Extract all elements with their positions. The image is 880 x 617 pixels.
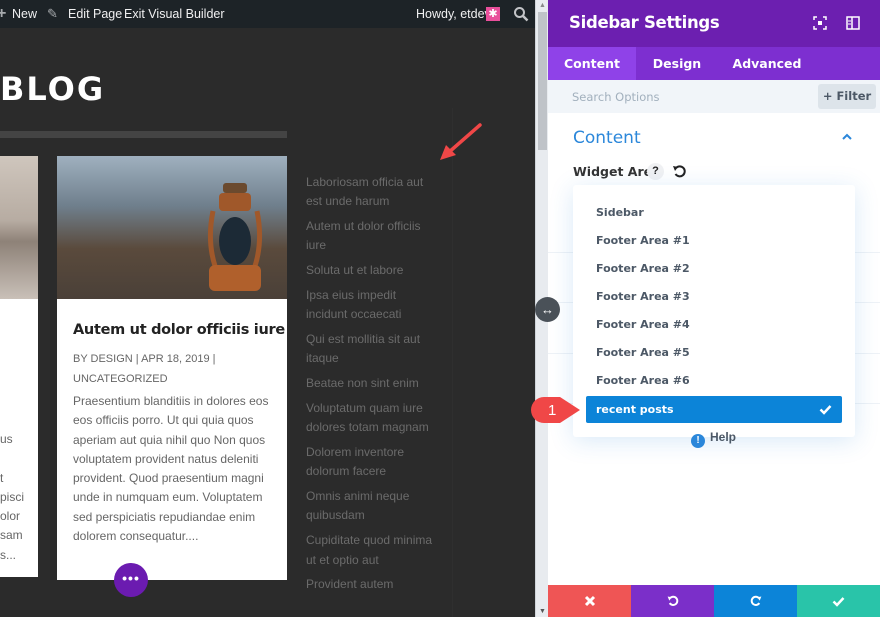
dropdown-option-sidebar[interactable]: Sidebar [596, 200, 644, 226]
dropdown-option-footer-1[interactable]: Footer Area #1 [596, 228, 690, 254]
exit-visual-builder-link[interactable]: Exit Visual Builder [124, 0, 225, 28]
chevron-up-icon[interactable] [840, 132, 854, 142]
fullscreen-icon[interactable] [813, 16, 827, 30]
new-link[interactable]: New [12, 0, 37, 28]
help-icon[interactable]: ? [647, 163, 664, 180]
dropdown-option-footer-3[interactable]: Footer Area #3 [596, 284, 690, 310]
panel-tabs: Content Design Advanced [548, 47, 880, 80]
blog-post-card[interactable]: Autem ut dolor officiis iure BY DESIGN |… [57, 156, 287, 580]
page-title: BLOG [0, 70, 106, 108]
scroll-thumb[interactable] [538, 12, 547, 150]
edit-page-link[interactable]: Edit Page [68, 0, 122, 28]
scroll-up-icon[interactable]: ▲ [539, 2, 546, 9]
user-avatar[interactable]: ✱ [486, 7, 500, 21]
recent-post-link[interactable]: Omnis animi neque quibusdam [306, 487, 434, 526]
recent-post-link[interactable]: Beatae non sint enim [306, 374, 434, 393]
dropdown-option-footer-2[interactable]: Footer Area #2 [596, 256, 690, 282]
page-canvas: BLOG us t pisci olor sam s... Autem ut d… [0, 28, 535, 617]
recent-post-link[interactable]: Voluptatum quam iure dolores totam magna… [306, 399, 434, 438]
recent-post-link[interactable]: Provident autem [306, 575, 434, 594]
selected-option-label: recent posts [596, 403, 674, 416]
check-icon [819, 405, 832, 415]
post-meta: BY DESIGN | APR 18, 2019 | UNCATEGORIZED [73, 353, 216, 385]
reset-icon[interactable] [671, 163, 688, 180]
more-options-button[interactable]: ••• [114, 563, 148, 597]
discard-button[interactable] [548, 585, 631, 617]
content-section-toggle[interactable]: Content [573, 128, 641, 148]
help-link[interactable]: ! Help [691, 430, 736, 448]
search-options-bar: + Filter [548, 80, 880, 113]
redo-button[interactable] [714, 585, 797, 617]
tab-advanced[interactable]: Advanced [718, 47, 816, 80]
panel-title: Sidebar Settings [569, 13, 720, 32]
save-button[interactable] [797, 585, 880, 617]
badge-number: 1 [548, 402, 556, 419]
plus-icon[interactable]: + [0, 0, 6, 28]
pencil-icon: ✎ [47, 6, 58, 21]
resize-handle-icon[interactable]: ↔ [535, 297, 560, 322]
post-excerpt: Praesentium blanditiis in dolores eos eo… [73, 394, 269, 544]
lantern-image [207, 183, 263, 291]
info-icon: ! [691, 434, 705, 448]
divider [0, 131, 287, 138]
annotation-arrow-icon [440, 123, 482, 160]
post-excerpt-fragment: us t pisci olor sam s... [0, 432, 25, 562]
post-featured-image[interactable] [0, 156, 38, 299]
post-featured-image[interactable] [57, 156, 287, 299]
recent-post-link[interactable]: Soluta ut et labore [306, 261, 434, 280]
post-title[interactable]: Autem ut dolor officiis iure [73, 322, 285, 338]
tab-design[interactable]: Design [636, 47, 718, 80]
dock-panel-icon[interactable] [846, 16, 860, 30]
screen: + New ✎ Edit Page Exit Visual Builder Ho… [0, 0, 880, 617]
recent-post-link[interactable]: Qui est mollitia sit aut itaque [306, 330, 434, 369]
recent-post-link[interactable]: Dolorem inventore dolorum facere [306, 443, 434, 482]
close-icon [584, 595, 595, 607]
recent-post-link[interactable]: Cupiditate quod minima ut et optio aut [306, 531, 434, 570]
dropdown-option-footer-5[interactable]: Footer Area #5 [596, 340, 690, 366]
search-icon[interactable] [513, 6, 529, 22]
search-options-input[interactable] [560, 85, 810, 109]
blog-post-card-partial[interactable]: us t pisci olor sam s... [0, 156, 38, 577]
dropdown-option-recent-posts-selected[interactable]: recent posts [586, 396, 842, 423]
undo-icon [667, 595, 678, 606]
recent-post-link[interactable]: Ipsa eius impedit incidunt occaecati [306, 286, 434, 325]
wp-admin-bar: + New ✎ Edit Page Exit Visual Builder Ho… [0, 0, 535, 28]
widget-area-dropdown[interactable]: Sidebar Footer Area #1 Footer Area #2 Fo… [573, 185, 855, 437]
tab-content[interactable]: Content [548, 47, 636, 80]
scroll-down-icon[interactable]: ▼ [539, 608, 546, 615]
check-icon [832, 596, 845, 607]
filter-button[interactable]: + Filter [818, 84, 876, 109]
annotation-badge: 1 [531, 397, 580, 423]
sidebar-settings-panel: Sidebar Settings Content Design Advanced… [548, 0, 880, 617]
recent-posts-widget: Laboriosam officia aut est unde harum Au… [306, 173, 434, 600]
undo-button[interactable] [631, 585, 714, 617]
panel-header[interactable]: Sidebar Settings [548, 0, 880, 47]
recent-post-link[interactable]: Autem ut dolor officiis iure [306, 217, 434, 256]
dropdown-option-footer-4[interactable]: Footer Area #4 [596, 312, 690, 338]
howdy-user-link[interactable]: Howdy, etdev [416, 0, 491, 28]
panel-footer-actions [548, 585, 880, 617]
redo-icon [750, 595, 761, 606]
dropdown-option-footer-6[interactable]: Footer Area #6 [596, 368, 690, 394]
recent-post-link[interactable]: Laboriosam officia aut est unde harum [306, 173, 434, 212]
